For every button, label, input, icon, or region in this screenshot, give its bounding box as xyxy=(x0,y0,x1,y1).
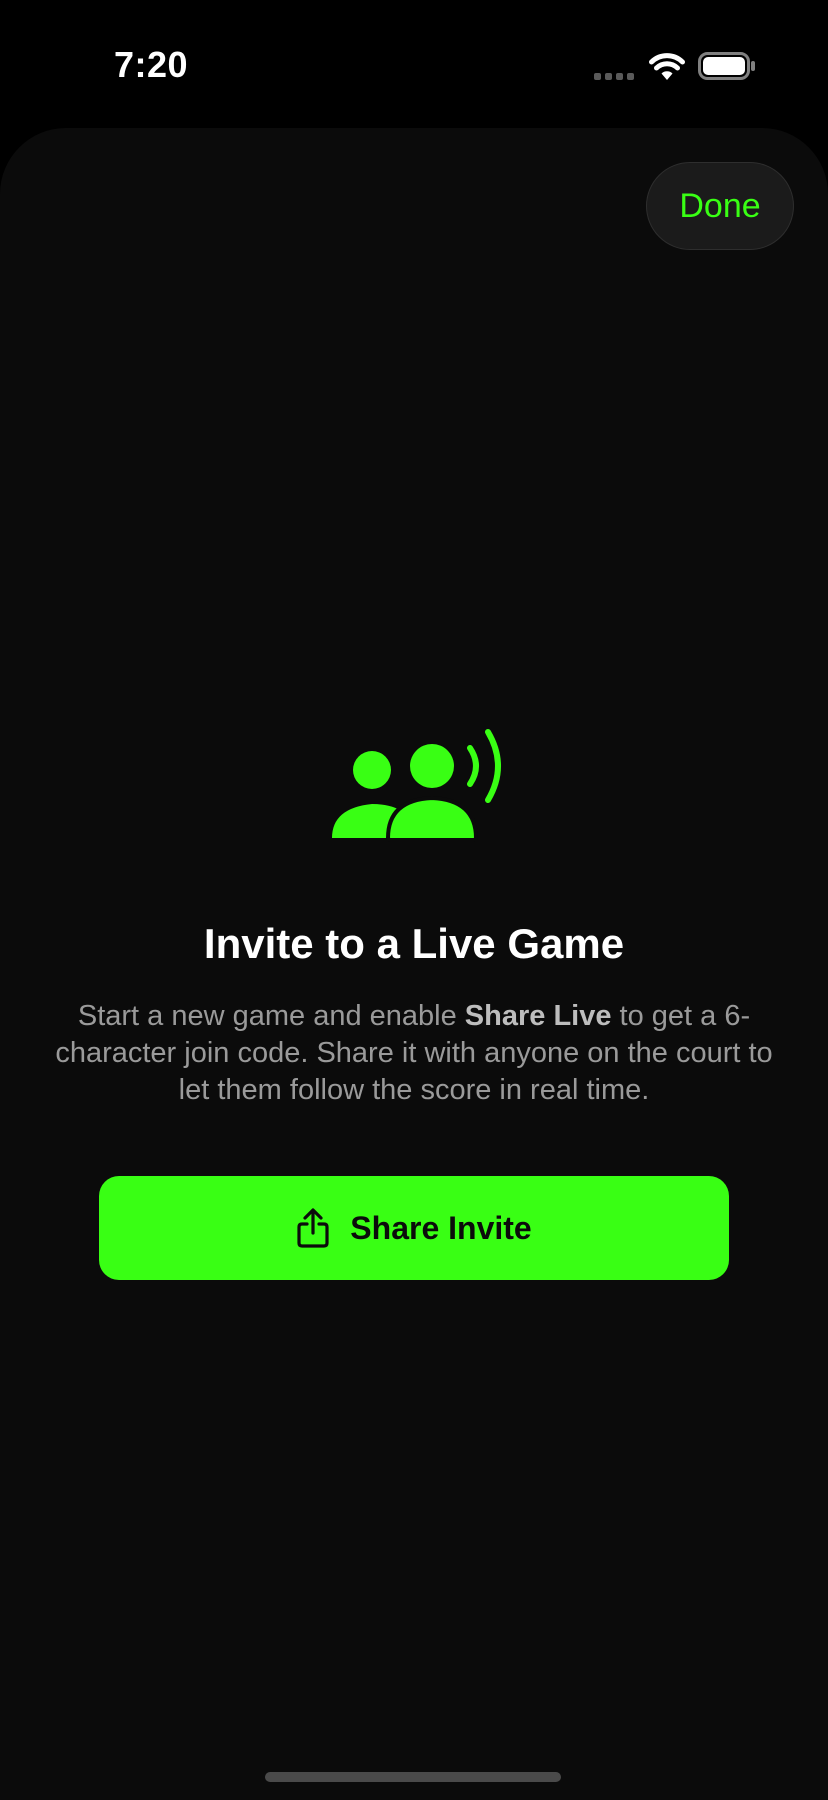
home-indicator[interactable] xyxy=(265,1772,561,1782)
wifi-icon xyxy=(649,53,685,80)
status-bar: 7:20 xyxy=(0,0,828,120)
status-time: 7:20 xyxy=(114,44,189,85)
description-bold-share-live: Share Live xyxy=(464,1000,612,1032)
share-invite-button[interactable]: Share Invite xyxy=(99,1176,729,1280)
battery-icon xyxy=(698,52,755,80)
cellular-signal-icon xyxy=(594,73,634,80)
done-button[interactable]: Done xyxy=(646,162,794,250)
share-icon xyxy=(297,1208,329,1248)
share-invite-label: Share Invite xyxy=(350,1209,532,1246)
description-text-start: Start a new game and enable xyxy=(77,1000,465,1032)
sheet-title: Invite to a Live Game xyxy=(203,920,625,967)
sheet-description: Start a new game and enable Share Live t… xyxy=(54,998,774,1109)
people-broadcast-icon xyxy=(332,729,501,842)
dynamic-island xyxy=(285,28,543,104)
